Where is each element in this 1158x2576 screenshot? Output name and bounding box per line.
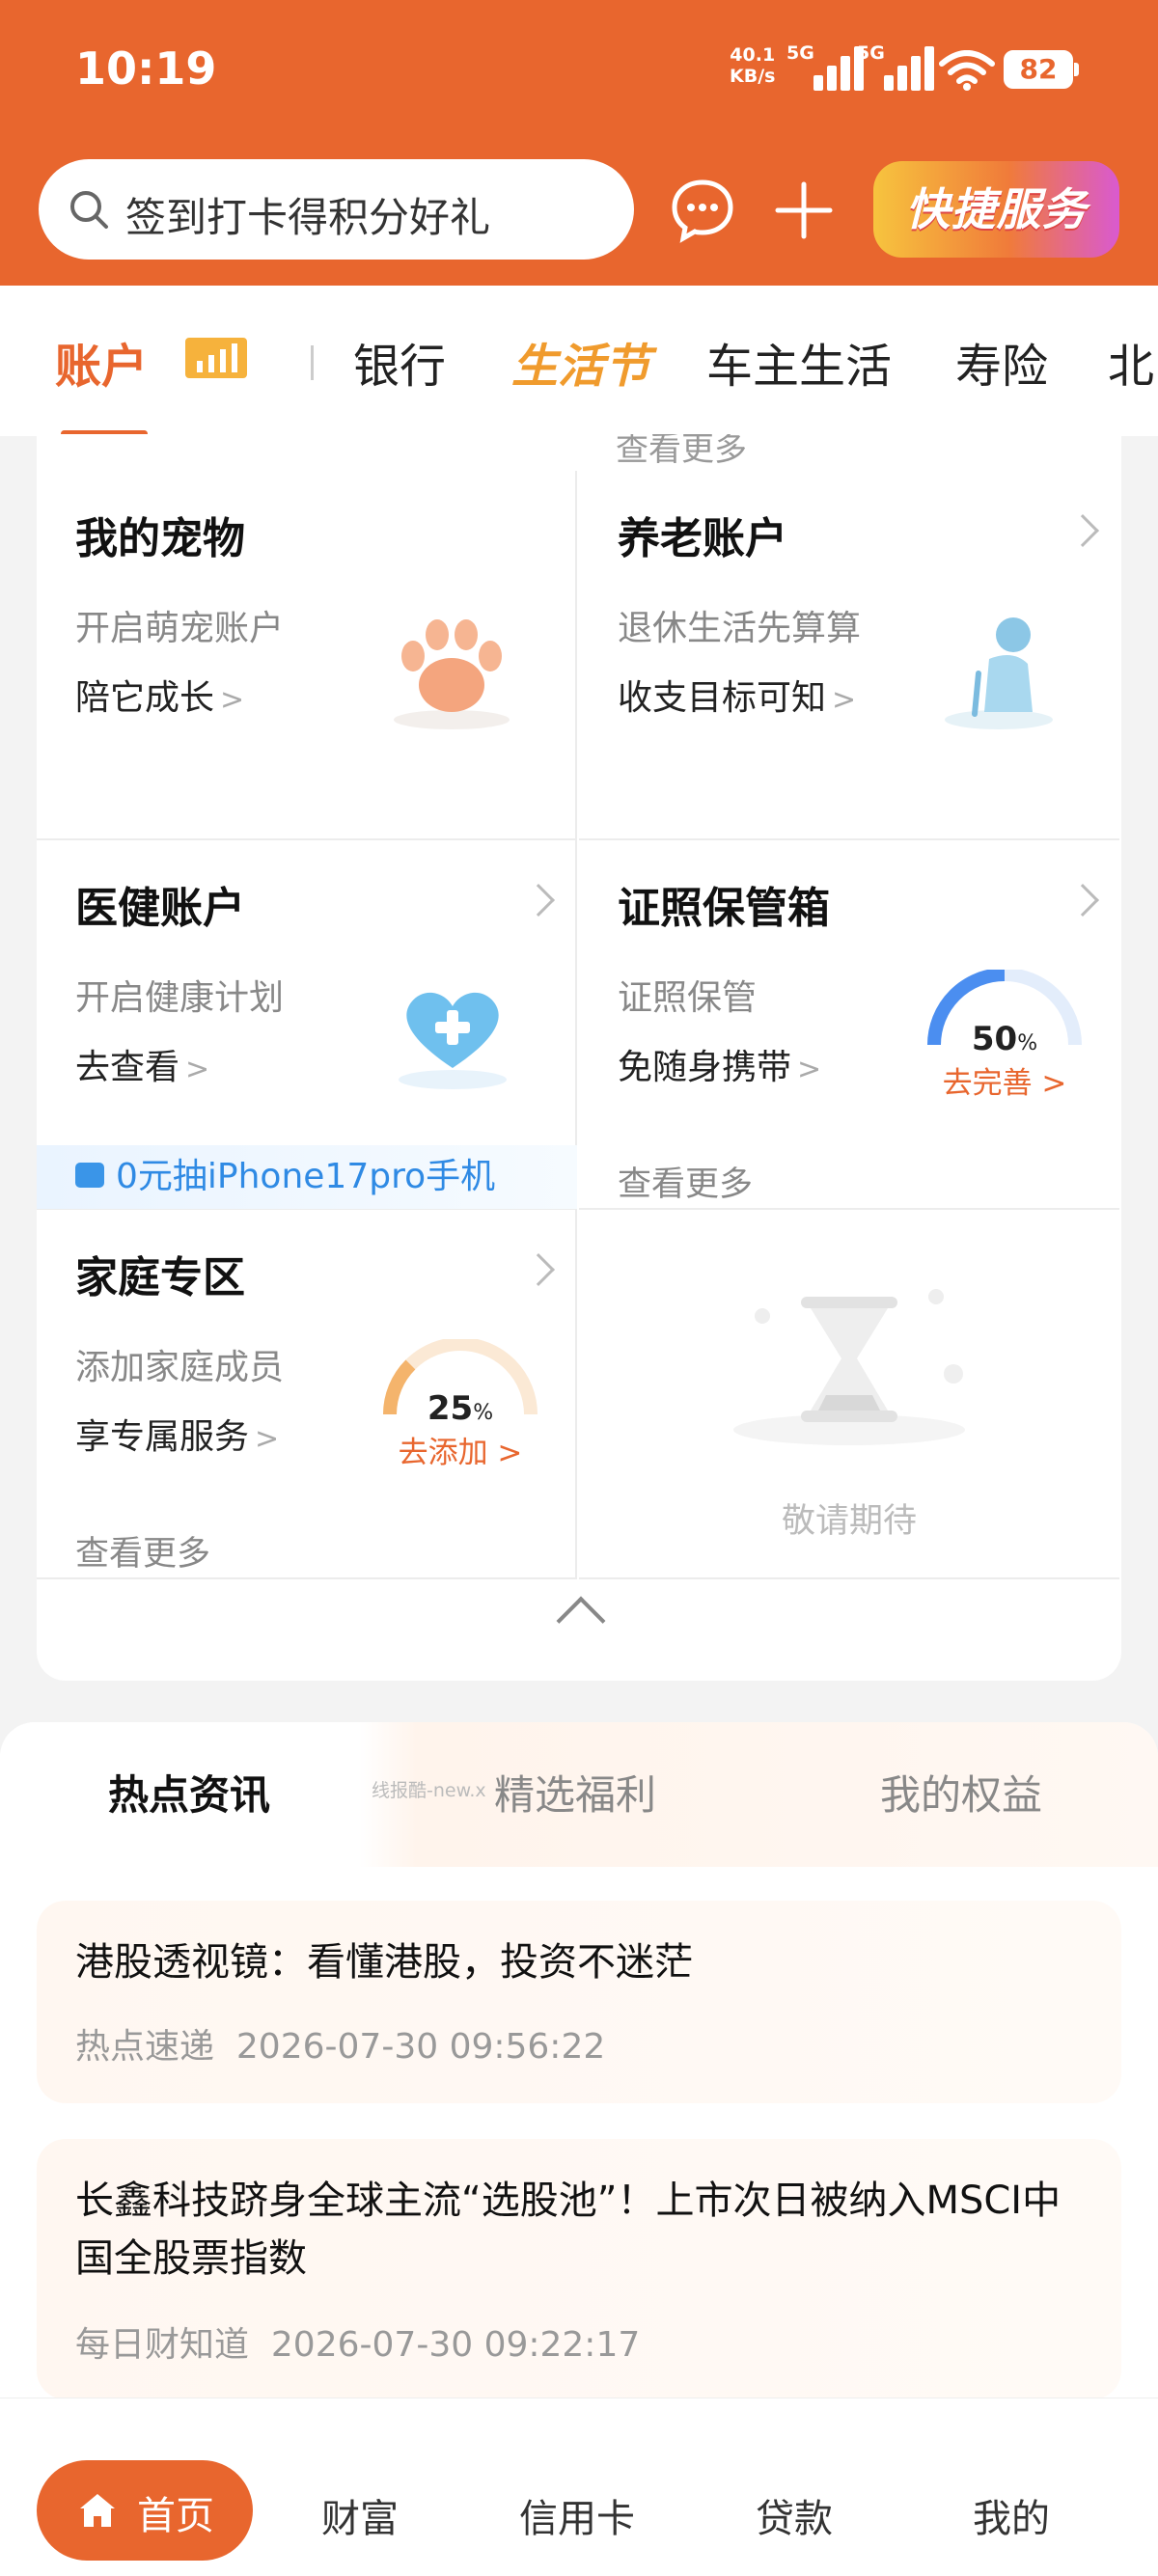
nav-home[interactable]: 首页 xyxy=(37,2460,253,2561)
hourglass-icon xyxy=(733,1289,965,1445)
family-action[interactable]: 享专属服务 > xyxy=(75,1409,279,1459)
signal-1-icon: 5G xyxy=(786,42,864,91)
chevron-right-icon xyxy=(1066,514,1099,547)
news-item[interactable]: 港股透视镜：看懂港股，投资不迷茫 热点速递 2026-07-30 09:56:2… xyxy=(37,1901,1121,2103)
documents-progress-value: 50% xyxy=(971,1020,1038,1058)
tab-more[interactable]: 北 xyxy=(1108,328,1154,396)
health-subtitle: 开启健康计划 xyxy=(75,978,285,1018)
documents-more[interactable]: 查看更多 xyxy=(618,1157,753,1206)
signal-2-icon: 5G xyxy=(857,42,934,91)
news-section: 热点资讯 线报酷-new.x 精选福利 我的权益 港股透视镜：看懂港股，投资不迷… xyxy=(0,1722,1158,2399)
net-speed: 40.1 KB/s xyxy=(730,44,775,87)
coming-soon-card: 敬请期待 xyxy=(579,1210,1119,1579)
search-placeholder: 签到打卡得积分好礼 xyxy=(125,194,491,241)
peek-view-more[interactable]: 查看更多 xyxy=(616,434,747,470)
news-meta: 每日财知道 2026-07-30 09:22:17 xyxy=(75,2325,641,2365)
pet-action[interactable]: 陪它成长 > xyxy=(75,670,244,720)
news-tabs: 热点资讯 线报酷-new.x 精选福利 我的权益 xyxy=(0,1722,1158,1867)
coming-soon-text: 敬请期待 xyxy=(781,1502,917,1541)
chevron-right-icon xyxy=(1066,884,1099,917)
pension-subtitle: 退休生活先算算 xyxy=(618,609,862,648)
gift-icon xyxy=(75,1163,104,1188)
header: 10:19 40.1 KB/s 5G 5G 82 签到打卡得积分好礼 快捷服务 xyxy=(0,0,1158,286)
tab-hot-news[interactable]: 热点资讯 xyxy=(108,1763,270,1822)
nav-wealth[interactable]: 财富 xyxy=(263,2487,456,2543)
pension-card[interactable]: 养老账户 退休生活先算算 收支目标可知 > xyxy=(579,471,1119,840)
news-title: 港股透视镜：看懂港股，投资不迷茫 xyxy=(75,1940,693,1985)
promo-banner[interactable]: 0元抽iPhone17pro手机 xyxy=(37,1145,577,1209)
pet-card[interactable]: 我的宠物 开启萌宠账户 陪它成长 > xyxy=(37,471,577,840)
news-title: 长鑫科技跻身全球主流“选股池”！上市次日被纳入MSCI中国全股票指数 xyxy=(75,2179,1062,2281)
pension-title: 养老账户 xyxy=(618,514,787,563)
tab-life-festival[interactable]: 生活节 xyxy=(511,328,650,396)
tab-account[interactable]: 账户 xyxy=(55,328,148,396)
message-icon[interactable] xyxy=(669,177,736,244)
category-tabs: 账户 银行 生活节 车主生活 寿险 北 xyxy=(0,286,1158,436)
watermark: 线报酷-new.x xyxy=(372,1780,486,1801)
battery-icon: 82 xyxy=(1004,50,1079,89)
tab-bank[interactable]: 银行 xyxy=(353,328,446,396)
collapse-button[interactable] xyxy=(37,1561,1121,1681)
nav-loan[interactable]: 贷款 xyxy=(698,2487,891,2543)
quick-service-button[interactable]: 快捷服务 xyxy=(873,161,1119,258)
nav-mine[interactable]: 我的 xyxy=(915,2487,1108,2543)
battery-level: 82 xyxy=(1019,53,1058,85)
pet-subtitle: 开启萌宠账户 xyxy=(75,609,285,648)
plus-icon[interactable] xyxy=(770,177,838,244)
nav-home-label: 首页 xyxy=(137,2494,214,2538)
family-progress-gauge[interactable]: 25% 去添加 > xyxy=(378,1337,542,1484)
chevron-up-icon xyxy=(556,1596,606,1646)
search-bar[interactable]: 签到打卡得积分好礼 xyxy=(39,159,634,260)
family-card[interactable]: 家庭专区 添加家庭成员 享专属服务 > 25% 去添加 > 查看更多 xyxy=(37,1210,577,1579)
news-meta: 热点速递 2026-07-30 09:56:22 xyxy=(75,2027,606,2067)
tab-divider xyxy=(311,345,314,380)
tab-car-owner[interactable]: 车主生活 xyxy=(706,328,892,396)
heart-plus-icon xyxy=(399,992,507,1089)
status-bar: 10:19 40.1 KB/s 5G 5G 82 xyxy=(0,0,1158,145)
promo-text: 0元抽iPhone17pro手机 xyxy=(116,1157,496,1196)
chevron-right-icon xyxy=(522,1253,555,1286)
chevron-right-icon xyxy=(522,884,555,917)
health-action[interactable]: 去查看 > xyxy=(75,1039,209,1089)
wifi-icon xyxy=(939,50,995,91)
nav-credit-card[interactable]: 信用卡 xyxy=(481,2487,674,2543)
tab-life-insurance[interactable]: 寿险 xyxy=(955,328,1048,396)
tab-my-rights[interactable]: 我的权益 xyxy=(880,1763,1042,1822)
bar-chart-icon xyxy=(185,338,247,378)
status-time: 10:19 xyxy=(75,42,217,95)
documents-title: 证照保管箱 xyxy=(618,884,830,933)
pet-title: 我的宠物 xyxy=(75,514,245,563)
news-item[interactable]: 长鑫科技跻身全球主流“选股池”！上市次日被纳入MSCI中国全股票指数 每日财知道… xyxy=(37,2139,1121,2399)
pension-action[interactable]: 收支目标可知 > xyxy=(618,670,856,720)
net-speed-unit: KB/s xyxy=(730,66,776,87)
search-icon xyxy=(70,191,108,229)
net-speed-value: 40.1 xyxy=(730,44,776,66)
health-title: 医健账户 xyxy=(75,884,245,933)
documents-progress-gauge[interactable]: 50% 去完善 > xyxy=(923,968,1087,1114)
family-subtitle: 添加家庭成员 xyxy=(75,1348,285,1387)
documents-progress-action[interactable]: 去完善 > xyxy=(923,1058,1087,1102)
paw-icon xyxy=(394,619,510,729)
tab-selected-benefits[interactable]: 精选福利 xyxy=(494,1763,656,1822)
family-progress-action[interactable]: 去添加 > xyxy=(378,1428,542,1471)
family-title: 家庭专区 xyxy=(75,1253,245,1302)
health-card[interactable]: 医健账户 开启健康计划 去查看 > 0元抽iPhone17pro手机 xyxy=(37,840,577,1210)
documents-card[interactable]: 证照保管箱 证照保管 免随身携带 > 50% 去完善 > 查看更多 xyxy=(579,840,1119,1210)
elderly-person-icon xyxy=(945,617,1053,729)
family-progress-value: 25% xyxy=(427,1389,494,1428)
account-card-grid: 查看更多 我的宠物 开启萌宠账户 陪它成长 > 养老账户 退休生活先算算 收支目标… xyxy=(37,434,1121,1681)
documents-subtitle: 证照保管 xyxy=(618,978,758,1018)
home-icon xyxy=(80,2494,115,2527)
documents-action[interactable]: 免随身携带 > xyxy=(618,1039,821,1089)
